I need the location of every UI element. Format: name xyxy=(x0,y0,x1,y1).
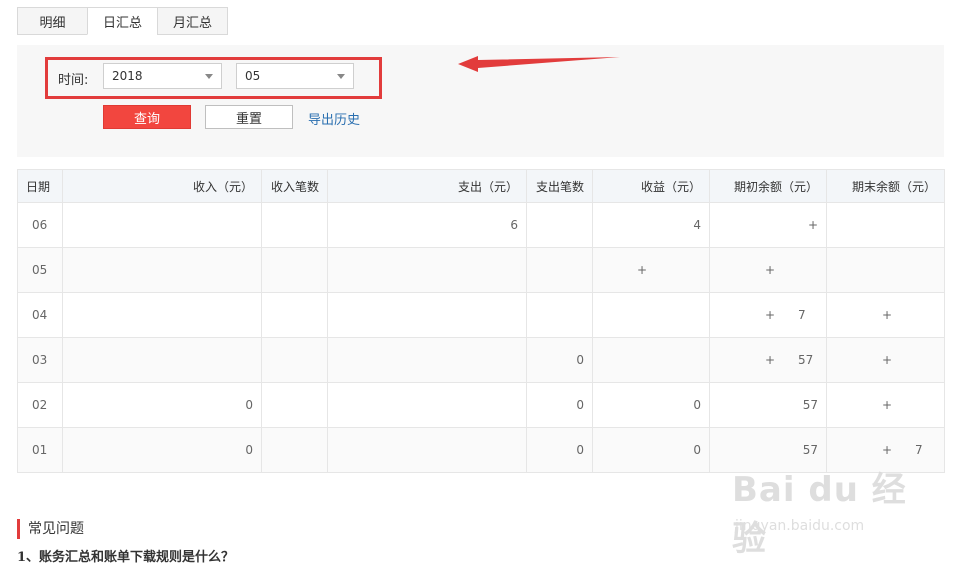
cell-income: 0 xyxy=(62,382,262,428)
cell-profit: 4 xyxy=(592,202,710,248)
query-button[interactable]: 查询 xyxy=(103,105,191,129)
table-row: 05 + + xyxy=(17,247,945,293)
cell-date: 03 xyxy=(17,337,63,383)
time-label: 时间: xyxy=(58,73,89,88)
col-header-income-count: 收入笔数 xyxy=(261,169,328,203)
watermark-url: jingyan.baidu.com xyxy=(735,518,865,534)
cell-closing-balance: + xyxy=(826,292,945,338)
table-row: 06 6 4 + xyxy=(17,202,945,248)
cell-date: 05 xyxy=(17,247,63,293)
cell-income-count xyxy=(261,427,328,473)
tab-detail[interactable]: 明细 xyxy=(17,7,88,35)
cell-expense-count xyxy=(526,202,593,248)
cell-profit xyxy=(592,337,710,383)
table-row: 02 0 0 0 57 + xyxy=(17,382,945,428)
cell-expense-count xyxy=(526,292,593,338)
cell-expense xyxy=(327,382,527,428)
baidu-jingyan-watermark: Bai du 经验 jingyan.baidu.com xyxy=(732,462,907,559)
cell-opening-balance: + xyxy=(709,202,827,248)
col-header-date: 日期 xyxy=(17,169,63,203)
year-select-value: 2018 xyxy=(112,69,143,83)
cell-date: 06 xyxy=(17,202,63,248)
cell-income-count xyxy=(261,337,328,383)
daily-summary-table: 日期 收入（元） 收入笔数 支出（元） 支出笔数 收益（元） 期初余额（元） 期… xyxy=(17,169,945,473)
cell-date: 04 xyxy=(17,292,63,338)
cell-expense xyxy=(327,292,527,338)
cell-profit: + xyxy=(592,247,710,293)
cell-income xyxy=(62,292,262,338)
cell-expense xyxy=(327,337,527,383)
chevron-down-icon xyxy=(205,74,213,79)
table-row: 04 + 7 + xyxy=(17,292,945,338)
cell-closing-balance: + xyxy=(826,337,945,383)
faq-section-title: 常见问题 xyxy=(17,519,84,539)
cell-profit: 0 xyxy=(592,382,710,428)
table-header-row: 日期 收入（元） 收入笔数 支出（元） 支出笔数 收益（元） 期初余额（元） 期… xyxy=(17,169,945,203)
month-select[interactable]: 05 xyxy=(236,63,354,89)
cell-profit xyxy=(592,292,710,338)
cell-closing-balance: + xyxy=(826,382,945,428)
cell-income: 0 xyxy=(62,427,262,473)
tab-monthly-summary[interactable]: 月汇总 xyxy=(157,7,228,35)
col-header-income: 收入（元） xyxy=(62,169,262,203)
cell-income xyxy=(62,337,262,383)
faq-question-link[interactable]: 1、账务汇总和账单下载规则是什么？ xyxy=(17,546,234,565)
watermark-logo-text: Bai du 经验 xyxy=(732,470,907,559)
col-header-expense: 支出（元） xyxy=(327,169,527,203)
cell-date: 01 xyxy=(17,427,63,473)
cell-expense-count: 0 xyxy=(526,427,593,473)
cell-income-count xyxy=(261,202,328,248)
cell-closing-balance xyxy=(826,202,945,248)
cell-expense xyxy=(327,247,527,293)
cell-opening-balance: 57 xyxy=(709,382,827,428)
cell-profit: 0 xyxy=(592,427,710,473)
col-header-expense-count: 支出笔数 xyxy=(526,169,593,203)
cell-income-count xyxy=(261,292,328,338)
cell-expense xyxy=(327,427,527,473)
reset-button[interactable]: 重置 xyxy=(205,105,293,129)
cell-income xyxy=(62,202,262,248)
col-header-closing-balance: 期末余额（元） xyxy=(826,169,945,203)
export-history-link[interactable]: 导出历史 xyxy=(308,109,360,128)
col-header-opening-balance: 期初余额（元） xyxy=(709,169,827,203)
cell-opening-balance: + 57 xyxy=(709,337,827,383)
cell-opening-balance: + 7 xyxy=(709,292,827,338)
cell-expense-count xyxy=(526,247,593,293)
month-select-value: 05 xyxy=(245,69,261,83)
cell-opening-balance: + xyxy=(709,247,827,293)
col-header-profit: 收益（元） xyxy=(592,169,710,203)
cell-closing-balance xyxy=(826,247,945,293)
cell-expense-count: 0 xyxy=(526,337,593,383)
tab-daily-summary[interactable]: 日汇总 xyxy=(87,7,158,35)
cell-income-count xyxy=(261,382,328,428)
summary-tabs: 明细 日汇总 月汇总 xyxy=(17,7,228,36)
year-select[interactable]: 2018 xyxy=(103,63,222,89)
cell-income xyxy=(62,247,262,293)
cell-income-count xyxy=(261,247,328,293)
table-row: 03 0 + 57 + xyxy=(17,337,945,383)
cell-expense: 6 xyxy=(327,202,527,248)
cell-date: 02 xyxy=(17,382,63,428)
filter-panel: 时间: 2018 05 查询 重置 导出历史 xyxy=(17,45,944,157)
cell-expense-count: 0 xyxy=(526,382,593,428)
chevron-down-icon xyxy=(337,74,345,79)
